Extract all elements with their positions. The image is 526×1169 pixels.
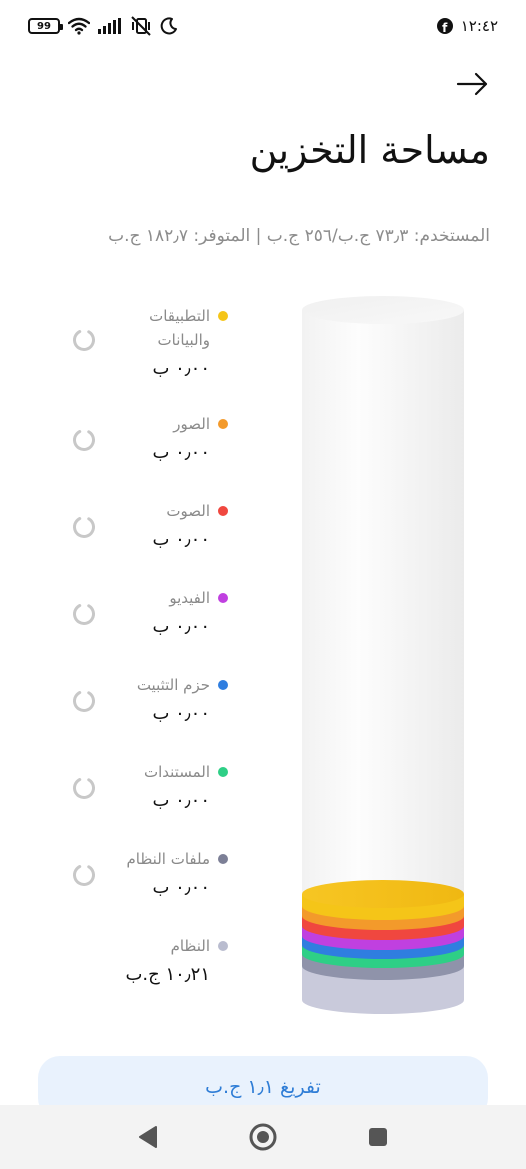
recents-square-icon (369, 1128, 387, 1146)
category-label: النظام (170, 937, 210, 955)
category-text: الصور ٠٫٠٠ ب (108, 412, 228, 466)
category-label-line: الصوت (108, 499, 228, 523)
category-color-dot (218, 680, 228, 690)
storage-layers (302, 880, 464, 1014)
facebook-icon: f (436, 18, 453, 34)
category-label-line: حزم التثبيت (108, 673, 228, 697)
category-label-line: ملفات النظام (108, 847, 228, 871)
back-triangle-icon (139, 1126, 157, 1148)
category-text: الصوت ٠٫٠٠ ب (108, 499, 228, 553)
category-size: ١٠٫٢١ ج.ب (125, 964, 210, 985)
storage-cylinder (302, 296, 464, 1014)
category-color-dot (218, 854, 228, 864)
page-title: مساحة التخزين (249, 128, 490, 172)
category-color-dot (218, 941, 228, 951)
category-size: ٠٫٠٠ ب (152, 529, 210, 550)
cylinder-top (302, 296, 464, 324)
status-bar: 99 f ١٢:٤٢ (0, 0, 526, 52)
category-label: التطبيقات والبيانات (149, 307, 210, 349)
storage-screen: 99 f ١٢:٤٢ مساحة التخزين المستخدم: ٧٣٫٣ … (0, 0, 526, 1169)
category-color-dot (218, 506, 228, 516)
category-size: ٠٫٠٠ ب (152, 790, 210, 811)
category-color-dot (218, 593, 228, 603)
nav-recents-button[interactable] (362, 1121, 394, 1153)
category-label: الصور (173, 415, 210, 433)
category-size: ٠٫٠٠ ب (152, 358, 210, 379)
category-text: المستندات ٠٫٠٠ ب (108, 760, 228, 814)
category-color-dot (218, 767, 228, 777)
loading-spinner-icon (73, 864, 95, 886)
battery-icon: 99 (28, 18, 63, 34)
category-label: حزم التثبيت (136, 676, 210, 694)
moon-icon (160, 17, 177, 35)
category-text: الفيديو ٠٫٠٠ ب (108, 586, 228, 640)
loading-spinner-icon (73, 516, 95, 538)
loading-spinner-icon (73, 777, 95, 799)
nav-back-button[interactable] (132, 1121, 164, 1153)
category-label-line: الصور (108, 412, 228, 436)
category-size: ٠٫٠٠ ب (152, 877, 210, 898)
wifi-icon (68, 17, 90, 35)
home-circle-icon (249, 1123, 277, 1151)
category-label-line: الفيديو (108, 586, 228, 610)
category-color-dot (218, 311, 228, 321)
arrow-right-icon (456, 72, 488, 96)
category-label: الصوت (166, 502, 210, 520)
category-size: ٠٫٠٠ ب (152, 703, 210, 724)
category-text: ملفات النظام ٠٫٠٠ ب (108, 847, 228, 901)
category-text: التطبيقات والبيانات ٠٫٠٠ ب (108, 304, 228, 382)
loading-spinner-icon (73, 603, 95, 625)
status-bar-left: 99 (28, 14, 178, 38)
signal-icon (98, 18, 121, 34)
loading-spinner-icon (73, 690, 95, 712)
storage-summary: المستخدم: ٧٣٫٣ ج.ب/٢٥٦ ج.ب | المتوفر: ١٨… (108, 226, 490, 246)
category-color-dot (218, 419, 228, 429)
category-text: حزم التثبيت ٠٫٠٠ ب (108, 673, 228, 727)
category-label: المستندات (143, 763, 210, 781)
loading-spinner-icon (73, 429, 95, 451)
navigation-bar (0, 1105, 526, 1169)
back-button[interactable] (454, 66, 490, 102)
clock: ١٢:٤٢ (460, 17, 498, 35)
category-size: ٠٫٠٠ ب (152, 442, 210, 463)
category-label-line: التطبيقات والبيانات (108, 304, 228, 352)
category-label-line: النظام (108, 934, 228, 958)
loading-spinner-icon (73, 329, 95, 351)
nav-home-button[interactable] (247, 1121, 279, 1153)
category-text: النظام ١٠٫٢١ ج.ب (108, 934, 228, 988)
status-bar-right: f ١٢:٤٢ (436, 14, 498, 38)
clean-button-label: تفريغ ١٫١ ج.ب (205, 1076, 321, 1098)
category-label-line: المستندات (108, 760, 228, 784)
category-label: الفيديو (169, 589, 210, 607)
category-label: ملفات النظام (126, 850, 210, 868)
cylinder-layer-cap (302, 880, 464, 908)
vibrate-off-icon (131, 16, 151, 36)
category-size: ٠٫٠٠ ب (152, 616, 210, 637)
battery-level: 99 (37, 20, 51, 32)
